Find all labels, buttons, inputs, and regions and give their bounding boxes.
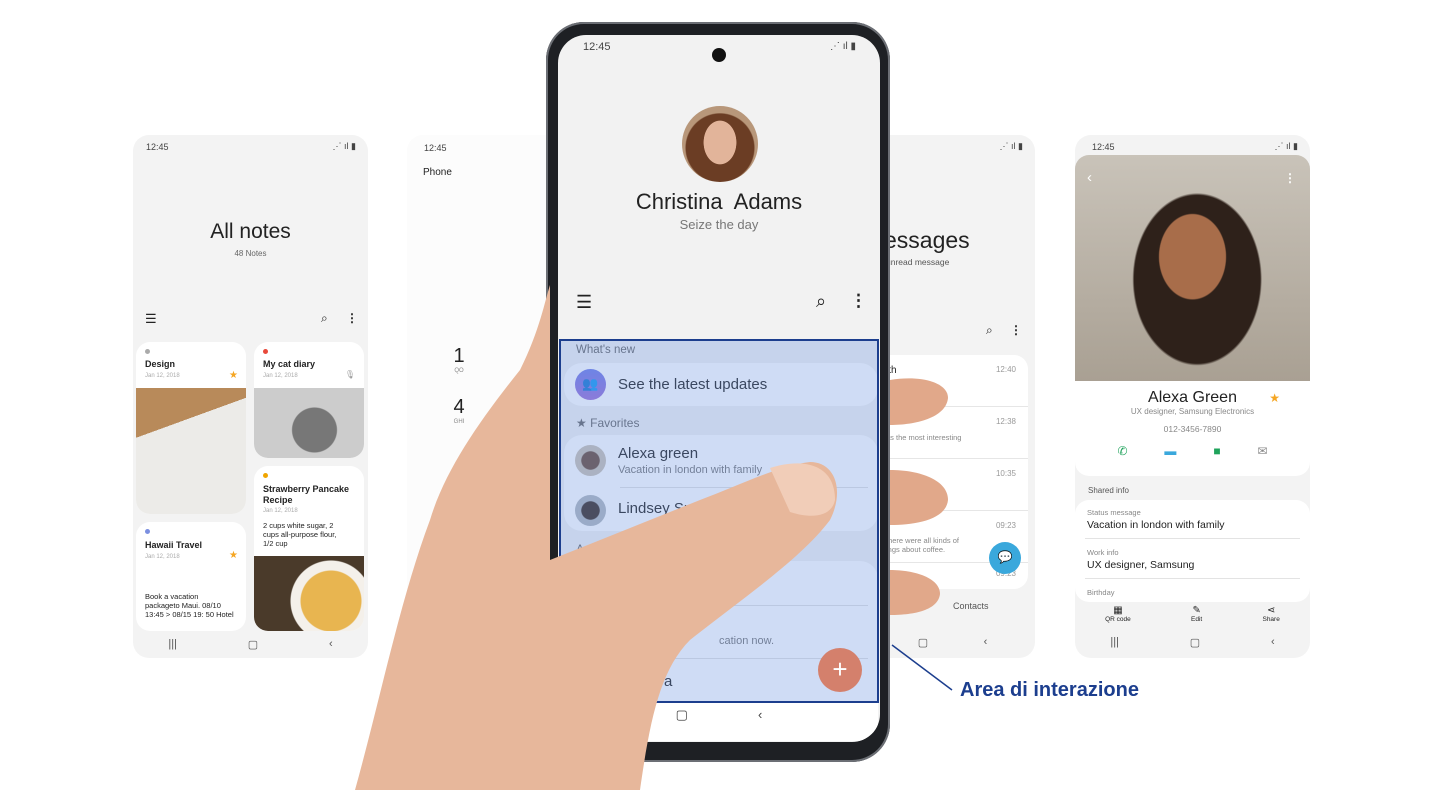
hand-illustration bbox=[355, 285, 953, 790]
callout-line bbox=[891, 644, 953, 691]
callout-label: Area di interazione bbox=[960, 679, 1139, 701]
